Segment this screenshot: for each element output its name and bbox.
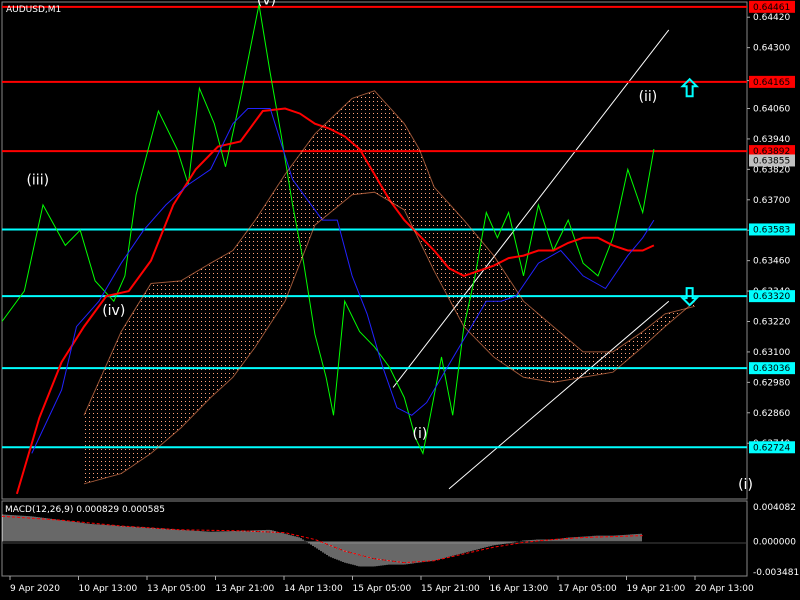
level-badge-label-2: 0.64165 [753, 78, 790, 88]
price-tick-11: 0.63220 [753, 318, 790, 328]
macd-tick-3: -0.003481 [753, 568, 799, 578]
level-badge-label-5: 0.63320 [753, 292, 790, 302]
macd-tick-1: 0.004082 [753, 503, 796, 513]
time-tick-11: 20 Apr 13:00 [695, 584, 754, 594]
price-tick-12: 0.63100 [753, 348, 790, 358]
level-badge-label-6: 0.63036 [753, 364, 790, 374]
price-tick-5: 0.63940 [753, 135, 790, 145]
wave-label-3: (iv) [102, 303, 125, 319]
time-tick-2: 10 Apr 13:00 [79, 584, 138, 594]
time-tick-3: 13 Apr 05:00 [147, 584, 206, 594]
price-tick-4: 0.64060 [753, 105, 790, 115]
wave-label-4: (i) [413, 426, 428, 442]
time-tick-8: 16 Apr 13:00 [490, 584, 549, 594]
macd-tick-2: 0.000000 [753, 537, 796, 547]
price-tick-14: 0.62860 [753, 409, 790, 419]
price-tick-1: 0.64420 [753, 13, 790, 23]
price-tick-13: 0.62980 [753, 378, 790, 388]
price-tick-9: 0.63460 [753, 257, 790, 267]
level-badge-label-7: 0.62724 [753, 443, 790, 453]
price-tick-2: 0.64300 [753, 44, 790, 54]
level-badge-label-1: 0.64461 [753, 3, 790, 13]
time-tick-4: 13 Apr 21:00 [216, 584, 275, 594]
wave-label-1: (v) [257, 0, 276, 9]
symbol-label: AUDUSD,M1 [6, 5, 61, 15]
macd-title: MACD(12,26,9) 0.000829 0.000585 [5, 505, 165, 515]
price-tick-7: 0.63700 [753, 196, 790, 206]
wave-label-5: (ii) [639, 89, 658, 105]
time-tick-1: 9 Apr 2020 [10, 584, 60, 594]
wave-label-6: (i) [738, 477, 753, 493]
time-tick-5: 14 Apr 13:00 [284, 584, 343, 594]
time-tick-10: 19 Apr 21:00 [627, 584, 686, 594]
level-badge-label-4: 0.63583 [753, 225, 790, 235]
wave-label-2: (iii) [26, 173, 49, 189]
macd-signal-line [1, 515, 643, 564]
trading-chart: (v) (iii) (iv) (i) (ii) (i) AUDUSD,M1 0.64420… [1, 0, 799, 594]
time-tick-9: 17 Apr 05:00 [558, 584, 617, 594]
current-price-label: 0.63855 [753, 156, 790, 166]
time-tick-7: 15 Apr 21:00 [421, 584, 480, 594]
time-tick-6: 15 Apr 05:00 [353, 584, 412, 594]
price-tick-6: 0.63820 [753, 165, 790, 175]
